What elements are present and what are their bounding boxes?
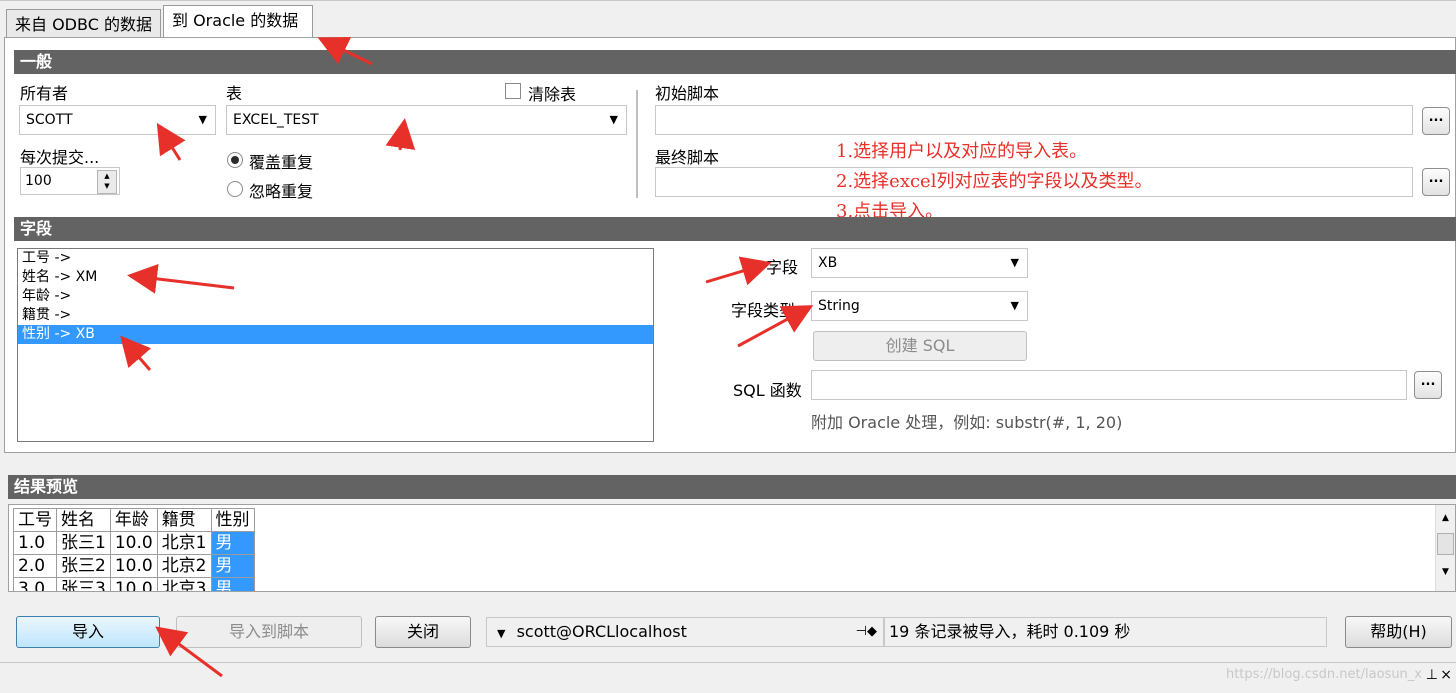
arrow-to-import — [155, 626, 223, 678]
arrow-to-table — [385, 118, 416, 151]
arrow-to-oracle-tab — [317, 37, 373, 66]
arrow-to-field-type — [737, 305, 814, 348]
arrow-to-xb — [120, 335, 152, 371]
annotation-arrows — [120, 37, 814, 678]
arrow-to-field — [705, 256, 772, 286]
arrow-to-xm — [127, 263, 235, 294]
arrow-to-owner — [156, 122, 186, 161]
